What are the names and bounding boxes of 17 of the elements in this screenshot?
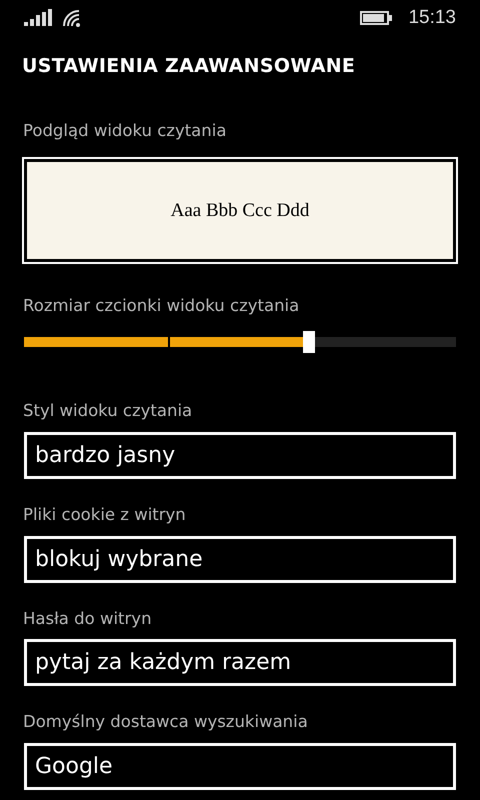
dropdown-field[interactable]: blokuj wybrane [24,536,456,582]
dropdown-field[interactable]: pytaj za każdym razem [24,639,456,686]
field-label: Hasła do witryn [23,608,153,630]
slider-thumb[interactable] [303,331,316,353]
dropdown-field[interactable]: Google [24,743,456,790]
preview-text: Aaa Bbb Ccc Ddd [170,198,310,222]
field-label: Podgląd widoku czytania [23,120,228,142]
clock-time: 15:13 [408,6,456,30]
field-label: Styl widoku czytania [23,400,194,422]
field-label: Domyślny dostawca wyszukiwania [23,711,309,734]
battery-icon [360,11,392,25]
dropdown-field[interactable]: bardzo jasny [24,432,456,479]
signal-icon [24,9,54,27]
field-label: Rozmiar czcionki widoku czytania [23,295,300,318]
wifi-icon [62,9,82,27]
page-title: USTAWIENIA ZAAWANSOWANE [22,54,356,79]
field-label: Pliki cookie z witryn [23,504,187,526]
